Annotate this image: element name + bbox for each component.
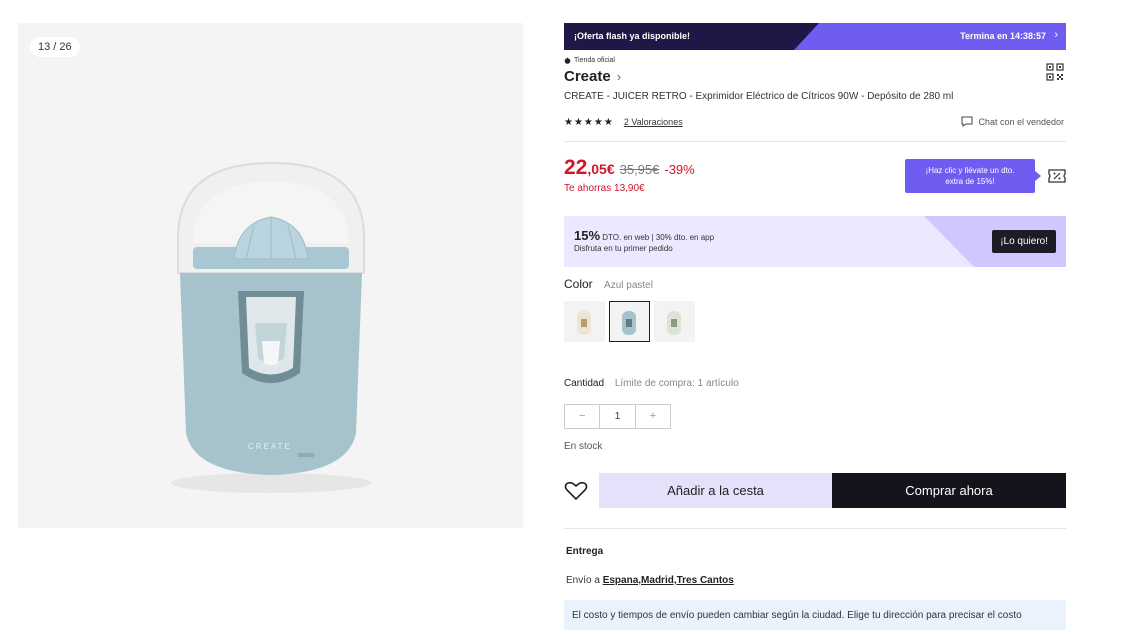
purchase-limit: Límite de compra: 1 artículo bbox=[614, 378, 739, 389]
decrease-button[interactable]: − bbox=[565, 405, 599, 428]
rating-row: ★★★★★ 2 Valoraciones Chat con el vendedo… bbox=[564, 116, 1066, 128]
color-swatch-azul[interactable] bbox=[609, 301, 650, 342]
delivery-prefix: Envío a bbox=[566, 575, 603, 586]
promo-line-1: ¡Haz clic y llévate un dto. bbox=[925, 166, 1015, 175]
color-swatch-verde[interactable] bbox=[654, 301, 695, 342]
color-selected-value: Azul pastel bbox=[604, 280, 653, 291]
delivery-destination: Envío a Espana,Madrid,Tres Cantos bbox=[566, 575, 1066, 587]
original-price: 35,95€ bbox=[619, 162, 660, 177]
quantity-stepper: − 1 + bbox=[564, 404, 671, 429]
current-price: 22,05€ bbox=[564, 156, 615, 179]
extra-discount-tooltip[interactable]: ¡Haz clic y llévate un dto. extra de 15%… bbox=[905, 159, 1041, 193]
quantity-input[interactable]: 1 bbox=[599, 405, 636, 428]
increase-button[interactable]: + bbox=[636, 405, 670, 428]
action-row: Añadir a la cesta Comprar ahora bbox=[564, 473, 1066, 508]
product-title: CREATE - JUICER RETRO - Exprimidor Eléct… bbox=[564, 91, 954, 102]
product-gallery[interactable]: 13 / 26 CREATE bbox=[18, 23, 523, 528]
store-link[interactable]: Create › bbox=[564, 67, 1066, 85]
quantity-label: Cantidad bbox=[564, 378, 605, 389]
banner-big-percent: 15% bbox=[574, 228, 601, 243]
star-rating-icon: ★★★★★ bbox=[564, 116, 614, 128]
lo-quiero-button[interactable]: ¡Lo quiero! bbox=[992, 230, 1056, 253]
top-cropped-strip bbox=[0, 0, 260, 6]
promo-line-2: extra de 15%! bbox=[945, 177, 995, 186]
banner-subtext: Disfruta en tu primer pedido bbox=[574, 244, 673, 253]
official-store-label: Tienda oficial bbox=[574, 57, 615, 64]
delivery-heading: Entrega bbox=[566, 546, 604, 557]
color-swatch-crema[interactable] bbox=[564, 301, 605, 342]
image-counter: 13 / 26 bbox=[30, 37, 80, 57]
price-block: 22,05€ 35,95€ -39% Te ahorras 13,90€ ¡Ha… bbox=[564, 142, 1066, 202]
flash-countdown: Termina en 14:38:57 bbox=[960, 31, 1046, 41]
banner-discount-line: 15% DTO. en web | 30% dto. en app bbox=[574, 228, 715, 243]
stock-status: En stock bbox=[564, 441, 603, 452]
product-image bbox=[171, 161, 371, 493]
chat-seller-label: Chat con el vendedor bbox=[978, 116, 1064, 127]
delivery-location-link[interactable]: Espana,Madrid,Tres Cantos bbox=[603, 575, 734, 586]
chat-icon bbox=[961, 116, 973, 127]
buy-now-button[interactable]: Comprar ahora bbox=[832, 473, 1066, 508]
price-row: 22,05€ 35,95€ -39% bbox=[564, 156, 695, 180]
chevron-right-icon: › bbox=[616, 68, 622, 84]
color-label: Color bbox=[564, 277, 593, 291]
quantity-row: Cantidad Límite de compra: 1 artículo bbox=[564, 378, 1066, 392]
official-store-badge: Tienda oficial bbox=[564, 56, 1066, 65]
product-brand-print: CREATE bbox=[248, 442, 292, 451]
official-store-icon bbox=[564, 57, 571, 64]
savings-text: Te ahorras 13,90€ bbox=[564, 183, 645, 194]
flash-sale-label: ¡Oferta flash ya disponible! bbox=[574, 31, 691, 41]
discount-percent: -39% bbox=[664, 162, 695, 177]
first-order-banner: 15% DTO. en web | 30% dto. en app Disfru… bbox=[564, 216, 1066, 267]
color-swatches bbox=[564, 301, 1066, 342]
delivery-info-box: El costo y tiempos de envío pueden cambi… bbox=[564, 600, 1066, 630]
wishlist-button[interactable] bbox=[564, 473, 599, 508]
flash-sale-bar[interactable]: ¡Oferta flash ya disponible! Termina en … bbox=[564, 23, 1066, 50]
heart-icon bbox=[564, 481, 588, 500]
chat-seller-button[interactable]: Chat con el vendedor bbox=[961, 116, 1064, 127]
coupon-icon[interactable] bbox=[1048, 169, 1066, 183]
qr-code-icon[interactable] bbox=[1046, 63, 1064, 81]
divider bbox=[564, 528, 1066, 529]
color-row: Color Azul pastel bbox=[564, 277, 1066, 293]
chevron-right-icon: › bbox=[1054, 29, 1058, 41]
product-info-panel: ¡Oferta flash ya disponible! Termina en … bbox=[564, 23, 1066, 630]
add-to-cart-button[interactable]: Añadir a la cesta bbox=[599, 473, 832, 508]
store-name: Create bbox=[564, 67, 611, 85]
reviews-link[interactable]: 2 Valoraciones bbox=[624, 117, 683, 127]
